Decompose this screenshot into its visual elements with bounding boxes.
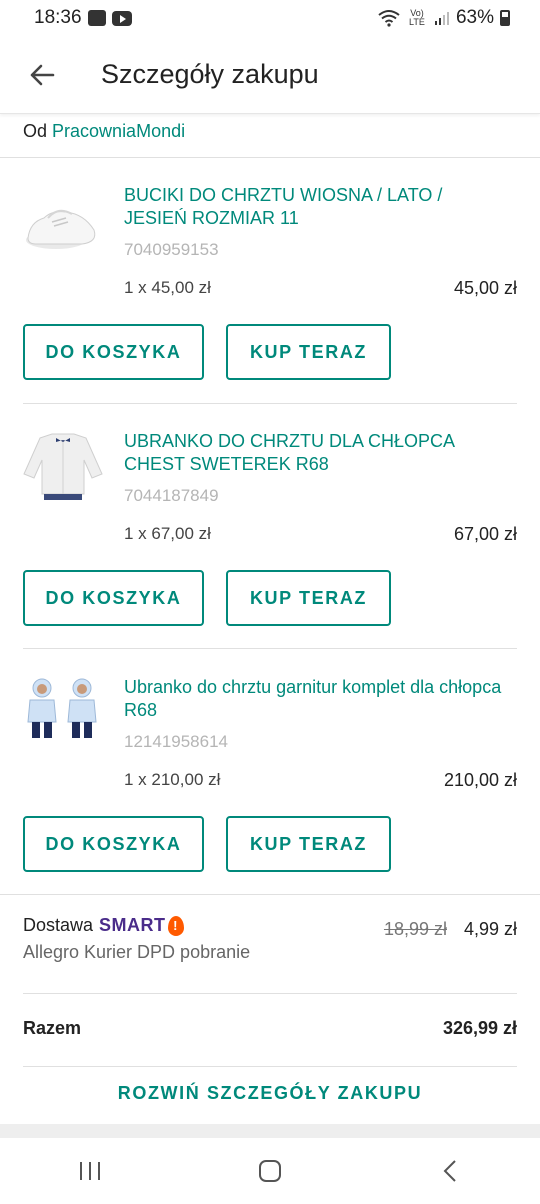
quantity-unit-price: 1 x 67,00 zł [124,524,211,543]
status-time: 18:36 [34,7,82,28]
system-nav-bar [0,1138,540,1204]
order-item: Ubranko do chrztu garnitur komplet dla c… [0,650,540,896]
divider [23,993,517,994]
status-bar: 18:36 Vo) LTE 63% [0,0,540,36]
back-nav-button[interactable] [420,1151,480,1191]
recent-apps-button[interactable] [60,1151,120,1191]
total-row: Razem 326,99 zł [23,1018,517,1039]
offer-id: 7044187849 [124,486,219,505]
battery-icon [500,10,510,26]
arrow-left-icon [30,64,55,85]
battery-percent: 63% [455,7,494,28]
product-title[interactable]: UBRANKO DO CHRZTU DLA CHŁOPCA CHEST SWET… [124,430,504,476]
wifi-icon [378,10,400,27]
product-thumbnail[interactable] [22,178,104,260]
delivery-section: Dostawa SMART ! Allegro Kurier DPD pobra… [23,915,517,975]
status-right: Vo) LTE 63% [378,7,510,29]
recent-apps-icon [80,1162,100,1180]
divider [23,648,517,649]
add-to-cart-button[interactable]: DO KOSZYKA [23,570,204,626]
add-to-cart-button[interactable]: DO KOSZYKA [23,324,204,380]
buy-now-button[interactable]: KUP TERAZ [226,816,391,872]
chevron-left-icon [443,1160,456,1182]
seller-line: Od PracowniaMondi [23,121,185,142]
section-separator [0,1124,540,1138]
page-title: Szczegóły zakupu [101,59,319,89]
total-label: Razem [23,1018,82,1038]
signal-icon [434,12,449,25]
buy-now-button[interactable]: KUP TERAZ [226,570,391,626]
product-thumbnail[interactable] [22,424,104,506]
item-total-price: 45,00 zł [453,278,517,298]
volte-indicator: Vo) LTE [409,8,425,27]
total-value: 326,99 zł [442,1018,517,1038]
add-to-cart-button[interactable]: DO KOSZYKA [23,816,204,872]
product-title[interactable]: BUCIKI DO CHRZTU WIOSNA / LATO / JESIEŃ … [124,184,504,230]
buy-now-button[interactable]: KUP TERAZ [226,324,391,380]
quantity-unit-price: 1 x 45,00 zł [124,278,211,297]
delivery-label: Dostawa [23,915,94,935]
product-title[interactable]: Ubranko do chrztu garnitur komplet dla c… [124,676,504,722]
seller-link[interactable]: PracowniaMondi [52,121,185,141]
youtube-notification-icon [111,10,132,26]
divider [0,894,540,895]
item-total-price: 67,00 zł [453,524,517,544]
app-bar: Szczegóły zakupu [0,36,540,114]
smart-badge-text: SMART [99,915,166,935]
status-left: 18:36 [34,7,132,29]
product-thumbnail[interactable] [22,670,104,752]
delivery-carrier: Allegro Kurier DPD pobranie [23,942,251,962]
home-icon [259,1160,281,1182]
delivery-price: 4,99 zł [463,919,517,939]
offer-id: 7040959153 [124,240,219,259]
smart-badge: SMART ! [99,915,184,936]
gallery-notification-icon [87,10,106,26]
item-total-price: 210,00 zł [443,770,517,790]
smart-info-icon: ! [167,915,184,936]
home-button[interactable] [240,1151,300,1191]
order-item: UBRANKO DO CHRZTU DLA CHŁOPCA CHEST SWET… [0,404,540,650]
order-item: BUCIKI DO CHRZTU WIOSNA / LATO / JESIEŃ … [0,158,540,404]
offer-id: 12141958614 [124,732,229,751]
quantity-unit-price: 1 x 210,00 zł [124,770,221,789]
divider [23,1066,517,1067]
expand-details-button[interactable]: ROZWIŃ SZCZEGÓŁY ZAKUPU [0,1083,540,1104]
delivery-old-price: 18,99 zł [383,919,447,939]
seller-prefix: Od [23,121,48,141]
back-button[interactable] [22,55,62,95]
